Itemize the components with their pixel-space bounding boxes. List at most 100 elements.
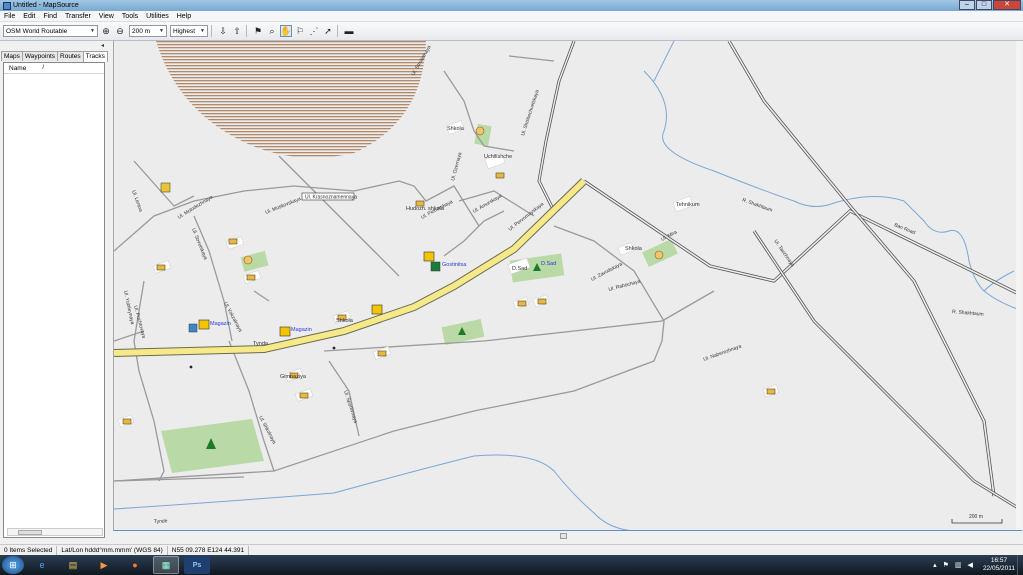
- poi-label: Magazin: [210, 321, 231, 327]
- clock[interactable]: 16:57 22/05/2011: [983, 557, 1015, 573]
- tracks-list[interactable]: Name /: [3, 62, 105, 538]
- road: [583, 180, 1022, 297]
- send-to-device-icon[interactable]: ⇧: [231, 25, 243, 37]
- map-tool-icon[interactable]: ⚑: [252, 25, 264, 37]
- zoom-in-icon[interactable]: ⊕: [100, 25, 112, 37]
- hotel-icon: [430, 261, 441, 272]
- menu-tools[interactable]: Tools: [118, 13, 142, 20]
- menu-find[interactable]: Find: [39, 13, 61, 20]
- map-product-select[interactable]: OSM World Routable ▼: [3, 25, 98, 37]
- flag-icon[interactable]: ⚑: [943, 561, 949, 569]
- route-tool-icon[interactable]: ⋰: [308, 25, 320, 37]
- poi-label: Magazin: [291, 327, 312, 333]
- title-bar[interactable]: Untitled - MapSource – □ ✕: [0, 0, 1023, 11]
- show-desktop-button[interactable]: [1017, 555, 1023, 575]
- map-callout-text: Ul. Krasnoznamennaya: [305, 195, 357, 201]
- menu-bar: File Edit Find Transfer View Tools Utili…: [0, 11, 1023, 22]
- clock-time: 16:57: [990, 557, 1008, 564]
- road: [753, 230, 1022, 512]
- file-explorer-icon[interactable]: ▤: [60, 556, 86, 574]
- receive-from-device-icon[interactable]: ⇩: [217, 25, 229, 37]
- internet-explorer-icon[interactable]: e: [29, 556, 55, 574]
- detail-level-select[interactable]: Highest ▼: [170, 25, 208, 37]
- zoom-tool-icon[interactable]: ⌕: [266, 25, 278, 37]
- horizontal-scrollbar[interactable]: [7, 528, 103, 536]
- map-splitter[interactable]: [113, 531, 1022, 541]
- street-label: Ul. Sportivnaya: [342, 390, 358, 424]
- distance-tool-icon[interactable]: ▬: [343, 25, 355, 37]
- zoom-out-icon[interactable]: ⊖: [114, 25, 126, 37]
- info-icon: [188, 323, 198, 333]
- chevron-down-icon: ▼: [90, 28, 95, 34]
- app-icon: [3, 1, 11, 10]
- toolbar: OSM World Routable ▼ ⊕ ⊖ 200 m ▼ Highest ▼ …: [0, 22, 1023, 41]
- river-label: R. Shakhtaum: [952, 309, 984, 318]
- poi-label: Tehnikum: [676, 202, 700, 208]
- column-header-name[interactable]: Name /: [4, 63, 104, 74]
- menu-help[interactable]: Help: [173, 13, 195, 20]
- street-label: Ul. Rabochaya: [608, 279, 641, 293]
- zoom-scale-value: 200 m: [132, 27, 151, 35]
- poi-label: Uchilishche: [484, 154, 512, 160]
- tab-maps[interactable]: Maps: [1, 51, 23, 61]
- photoshop-icon[interactable]: Ps: [184, 556, 210, 574]
- window-title: Untitled - MapSource: [13, 2, 79, 9]
- tab-routes[interactable]: Routes: [57, 51, 84, 61]
- mapsource-window: Untitled - MapSource – □ ✕ File Edit Fin…: [0, 0, 1023, 555]
- point-marker: [189, 365, 193, 369]
- collapse-panel-icon[interactable]: ◂: [101, 42, 108, 49]
- waypoint-tool-icon[interactable]: ⚐: [294, 25, 306, 37]
- chevron-down-icon: ▼: [200, 28, 205, 34]
- menu-file[interactable]: File: [0, 13, 19, 20]
- river: [643, 70, 1022, 312]
- river-label: R. Shakhtaum: [741, 197, 773, 213]
- media-player-icon[interactable]: ▶: [91, 556, 117, 574]
- left-panel: ◂ Maps Waypoints Routes Tracks Name /: [0, 41, 112, 541]
- menu-view[interactable]: View: [95, 13, 118, 20]
- maximize-button[interactable]: □: [976, 0, 992, 10]
- start-button[interactable]: ⊞: [2, 556, 24, 574]
- street-label: Ul. Vokzalnaya: [222, 301, 243, 333]
- street-label: Ul. Zavodskaya: [590, 261, 623, 283]
- street-label: Ul. Moskovskaya: [265, 196, 302, 216]
- volume-icon[interactable]: ◀: [968, 561, 973, 569]
- chevron-up-icon[interactable]: ▴: [933, 561, 937, 569]
- select-tool-icon[interactable]: ➚: [322, 25, 334, 37]
- river-label: Tynde: [154, 518, 168, 525]
- selection-status: 0 Items Selected: [0, 545, 58, 555]
- road: [727, 41, 996, 497]
- tab-tracks[interactable]: Tracks: [82, 51, 108, 62]
- system-tray: ▴ ⚑ ▥ ◀ 16:57 22/05/2011: [927, 555, 1015, 575]
- menu-utilities[interactable]: Utilities: [142, 13, 173, 20]
- sort-indicator: /: [42, 65, 45, 71]
- street-label: Ul. Naberezhnaya: [703, 343, 743, 362]
- firefox-icon[interactable]: ●: [122, 556, 148, 574]
- poi-label: Shkola: [447, 126, 465, 132]
- scrollbar-thumb[interactable]: [18, 530, 42, 535]
- detail-level-value: Highest: [173, 27, 196, 35]
- poi-label: Gimnaziya: [280, 374, 307, 380]
- scale-label: 200 m: [969, 514, 983, 520]
- map-view[interactable]: Ul. Krasnoznamennaya Ul. Shishechvetskay…: [113, 41, 1022, 531]
- hand-tool-icon[interactable]: ✋: [280, 25, 292, 37]
- theatre-icon: [160, 182, 171, 193]
- road: [752, 230, 1022, 513]
- street-label: Ul. Shishechvetskaya: [520, 89, 541, 137]
- close-button[interactable]: ✕: [993, 0, 1021, 10]
- zoom-scale-select[interactable]: 200 m ▼: [129, 25, 167, 37]
- mapsource-taskbar-icon[interactable]: ▦: [153, 556, 179, 574]
- street-label: Ul. Ozernaya: [450, 152, 463, 182]
- poi-label: Shkola: [336, 318, 354, 324]
- restricted-area: [156, 41, 426, 158]
- position-format: Lat/Lon hddd°mm.mmm' (WGS 84): [57, 545, 168, 555]
- menu-edit[interactable]: Edit: [19, 13, 39, 20]
- minimize-button[interactable]: –: [959, 0, 975, 10]
- street-label: Ul. Molodezhnaya: [177, 194, 214, 220]
- menu-transfer[interactable]: Transfer: [61, 13, 95, 20]
- river: [653, 41, 675, 82]
- network-icon[interactable]: ▥: [955, 561, 962, 569]
- poi-label: Gostinitsa: [442, 262, 467, 268]
- tab-waypoints[interactable]: Waypoints: [21, 51, 59, 61]
- splitter-grip[interactable]: [560, 533, 567, 539]
- poi-label: D.Sad: [541, 261, 556, 267]
